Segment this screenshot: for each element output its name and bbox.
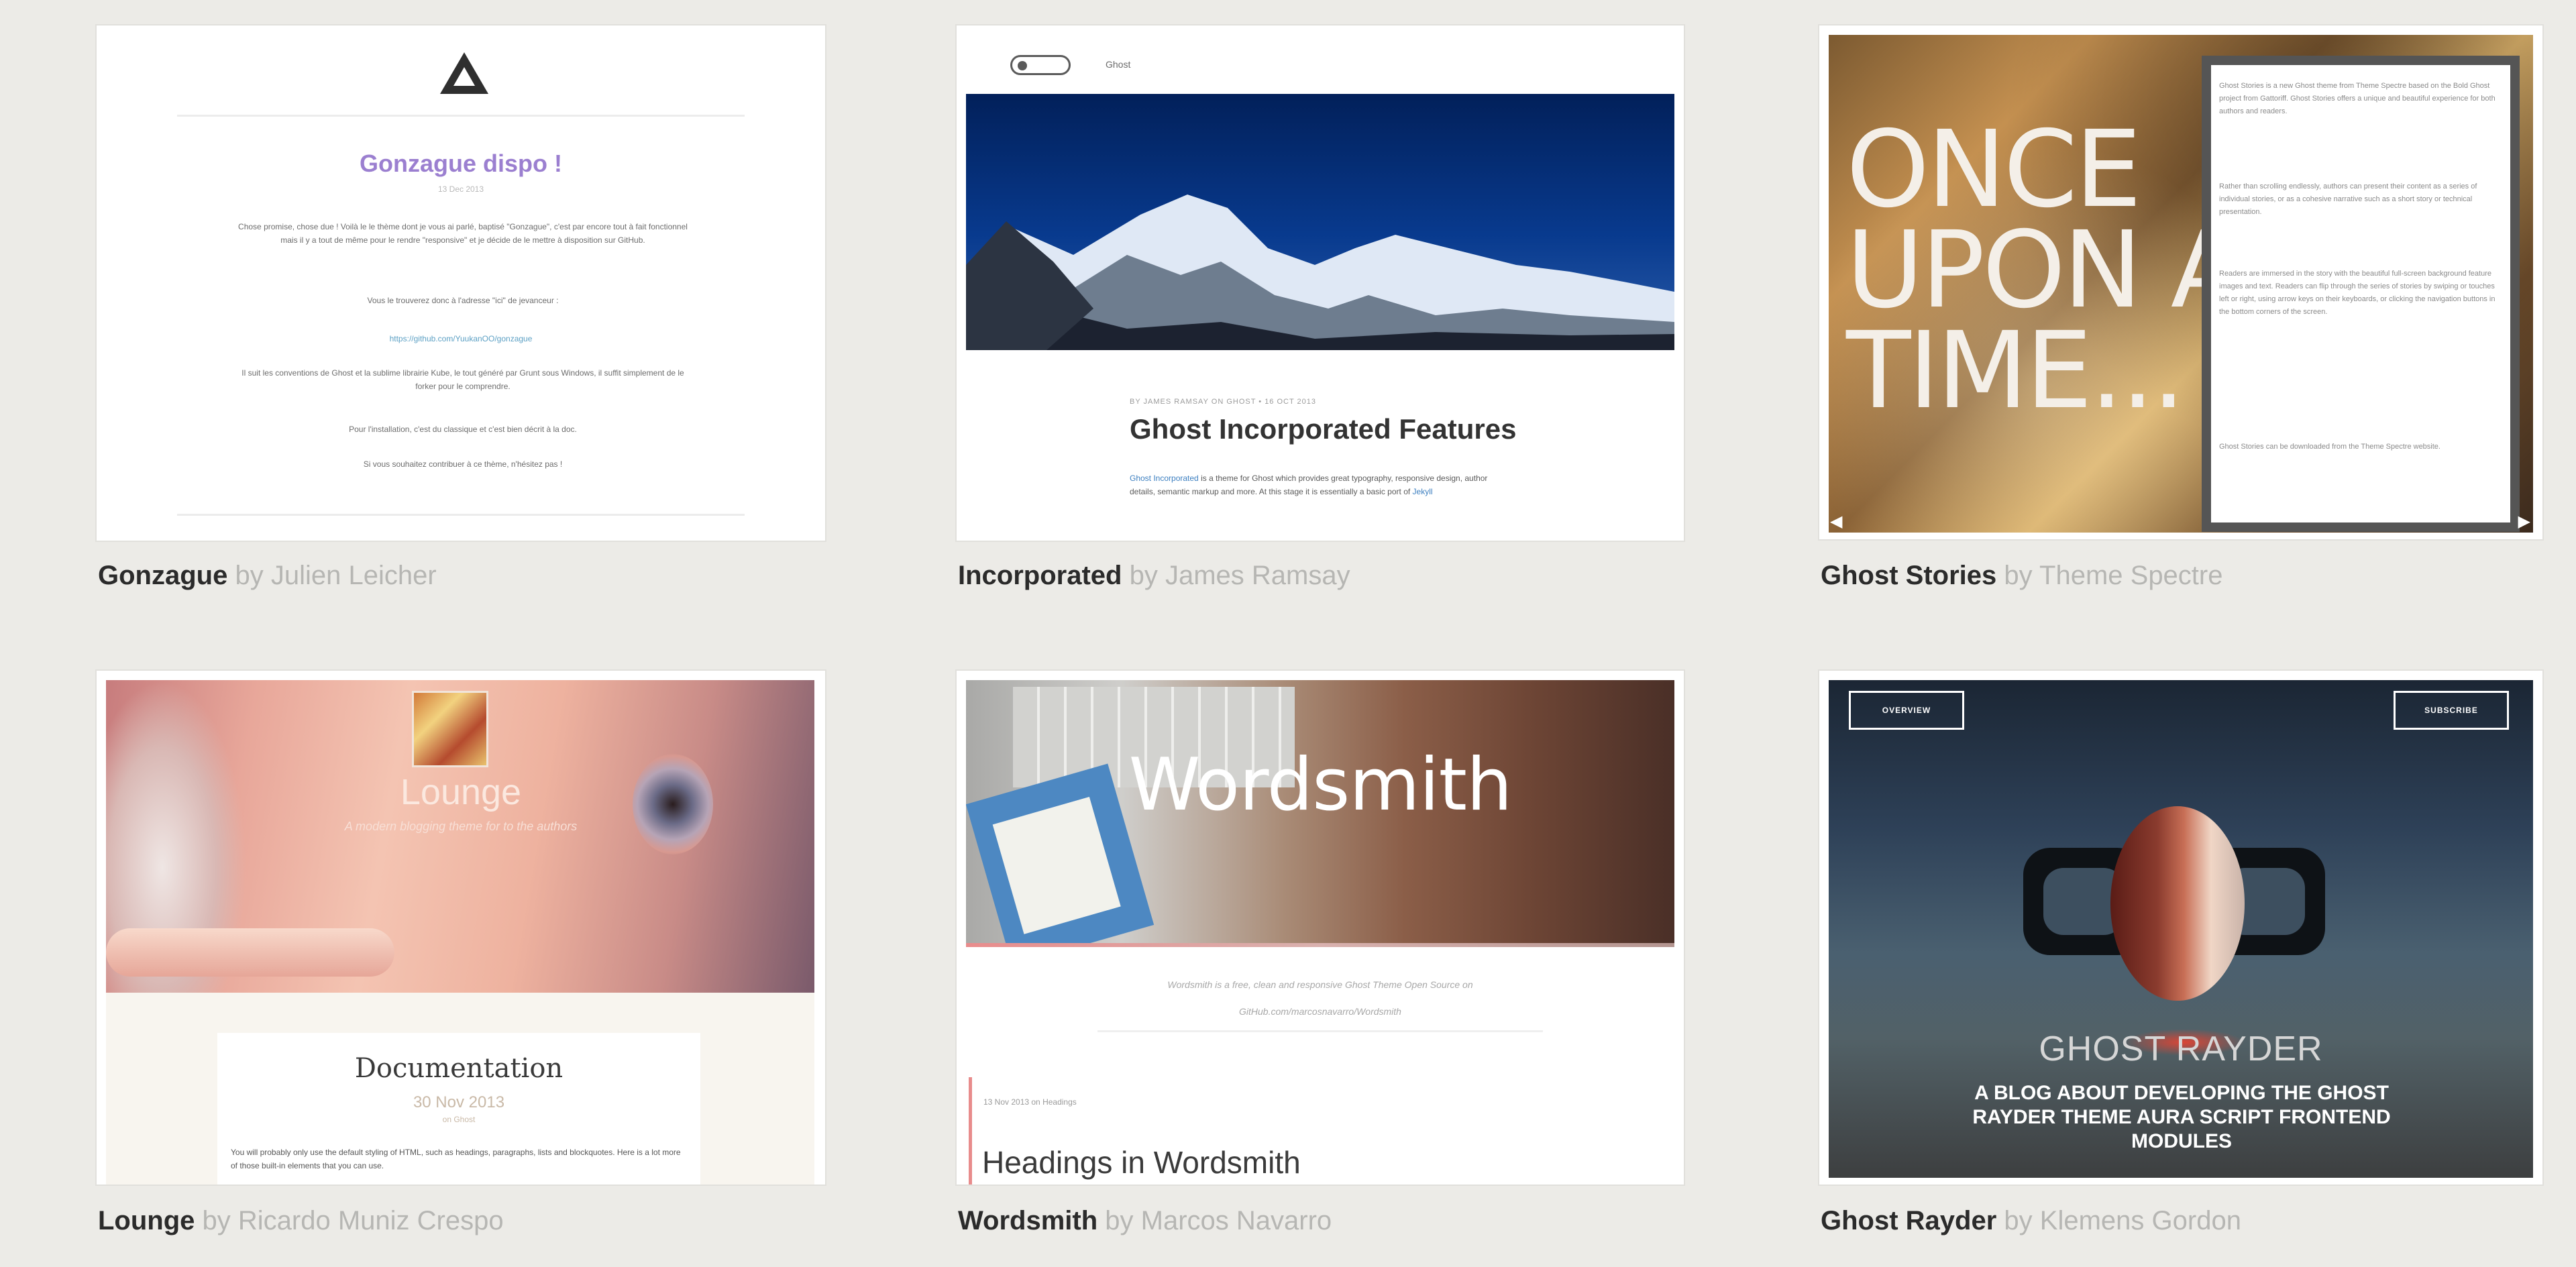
post-card: Documentation 30 Nov 2013 on Ghost You w… — [217, 1033, 700, 1185]
subscribe-button[interactable]: SUBSCRIBE — [2394, 691, 2509, 730]
site-title: Wordsmith — [1128, 743, 1513, 827]
site-description: Wordsmith is a free, clean and responsiv… — [1167, 979, 1473, 990]
theme-author: by Marcos Navarro — [1105, 1206, 1332, 1235]
mountain-illustration — [966, 195, 1674, 350]
theme-name[interactable]: Wordsmith — [958, 1206, 1097, 1235]
preview-post-title: Headings in Wordsmith — [982, 1145, 1301, 1180]
preview-paragraph: You will probably only use the default s… — [231, 1148, 681, 1170]
preview-paragraph: Readers are immersed in the story with t… — [2219, 270, 2496, 316]
theme-caption: Ghost Stories by Theme Spectre — [1821, 559, 2222, 592]
preview-paragraph: Ghost Stories is a new Ghost theme from … — [2219, 82, 2496, 115]
site-title: GHOST RAYDER — [2039, 1030, 2323, 1068]
theme-caption: Gonzague by Julien Leicher — [98, 559, 437, 592]
preview-paragraph: Il suit les conventions de Ghost et la s… — [241, 368, 684, 391]
arrow-right-icon[interactable]: ▶ — [2518, 512, 2530, 531]
theme-preview-incorporated[interactable]: Ghost BY JAMES RAMSAY ON GHOST • 16 OCT … — [957, 25, 1684, 541]
theme-name[interactable]: Ghost Stories — [1821, 561, 1996, 590]
preview-post-tag: on Ghost — [442, 1115, 476, 1124]
story-text-panel: Ghost Stories is a new Ghost theme from … — [2202, 56, 2520, 532]
site-description: A BLOG ABOUT DEVELOPING THE GHOST RAYDER… — [1972, 1082, 2391, 1152]
preview-divider — [177, 514, 745, 516]
theme-author: by Theme Spectre — [2004, 561, 2223, 590]
accent-line — [966, 943, 1674, 947]
theme-name[interactable]: Incorporated — [958, 561, 1122, 590]
triangle-logo-icon — [440, 52, 488, 94]
preview-post-title: Gonzague dispo ! — [360, 150, 562, 177]
preview-paragraph: Si vous souhaitez contribuer à ce thème,… — [363, 459, 563, 469]
preview-post-title: Documentation — [354, 1053, 564, 1084]
site-title: Lounge — [400, 772, 522, 812]
preview-link: Ghost Incorporated — [1130, 474, 1199, 483]
theme-author: by Julien Leicher — [235, 561, 437, 590]
theme-name[interactable]: Lounge — [98, 1206, 195, 1235]
site-description: A modern blogging theme for to the autho… — [344, 820, 578, 833]
preview-divider — [1097, 1030, 1543, 1032]
preview-paragraph: Vous le trouverez donc à l'adresse "ici"… — [367, 296, 559, 305]
preview-post-meta: 13 Nov 2013 on Headings — [983, 1097, 1077, 1107]
theme-preview-ghost-stories[interactable]: ONCE UPON A TIME... Ghost Stories is a n… — [1819, 25, 2542, 539]
preview-post-date: 13 Dec 2013 — [437, 184, 484, 194]
preview-paragraph: Pour l'installation, c'est du classique … — [349, 425, 577, 434]
theme-caption: Lounge by Ricardo Muniz Crespo — [98, 1205, 504, 1237]
preview-post-meta: BY JAMES RAMSAY ON GHOST • 16 OCT 2013 — [1130, 398, 1317, 406]
theme-caption: Wordsmith by Marcos Navarro — [958, 1205, 1332, 1237]
preview-paragraph: Ghost Stories can be downloaded from the… — [2219, 443, 2440, 451]
theme-caption: Incorporated by James Ramsay — [958, 559, 1350, 592]
preview-divider — [177, 115, 745, 117]
helmet-detail — [2110, 806, 2245, 1001]
preview-link: Jekyll — [1410, 487, 1433, 496]
theme-author: by Ricardo Muniz Crespo — [202, 1206, 504, 1235]
preview-post-title: Ghost Incorporated Features — [1130, 413, 1517, 445]
story-headline: ONCE UPON A TIME... — [1846, 108, 2243, 433]
theme-preview-lounge[interactable]: Lounge A modern blogging theme for to th… — [97, 671, 825, 1185]
theme-author: by James Ramsay — [1129, 561, 1350, 590]
finger-detail — [106, 928, 394, 977]
theme-preview-wordsmith[interactable]: Wordsmith Wordsmith is a free, clean and… — [957, 671, 1684, 1185]
preview-post-date: 30 Nov 2013 — [413, 1093, 505, 1111]
theme-caption: Ghost Rayder by Klemens Gordon — [1821, 1205, 2241, 1237]
avatar — [412, 691, 488, 767]
preview-nav-item: Ghost — [1106, 59, 1131, 70]
preview-post-body: Ghost Incorporated is a theme for Ghost … — [1130, 472, 1505, 498]
theme-name[interactable]: Gonzague — [98, 561, 227, 590]
preview-paragraph: Rather than scrolling endlessly, authors… — [2219, 182, 2477, 216]
overview-button[interactable]: OVERVIEW — [1849, 691, 1964, 730]
site-logo-icon — [1010, 55, 1071, 75]
preview-paragraph: Chose promise, chose due ! Voilà le le t… — [238, 222, 688, 245]
preview-link: GitHub.com/marcosnavarro/Wordsmith — [1239, 1006, 1401, 1017]
post-accent-bar — [969, 1077, 972, 1185]
theme-name[interactable]: Ghost Rayder — [1821, 1206, 1996, 1235]
arrow-left-icon[interactable]: ◀ — [1830, 512, 1842, 531]
theme-author: by Klemens Gordon — [2004, 1206, 2241, 1235]
theme-preview-ghost-rayder[interactable]: OVERVIEW SUBSCRIBE GHOST RAYDER A BLOG A… — [1819, 671, 2542, 1185]
preview-link: https://github.com/YuukanOO/gonzague — [389, 334, 533, 343]
theme-preview-gonzague[interactable]: Gonzague dispo ! 13 Dec 2013 Chose promi… — [97, 25, 825, 541]
mountain-hero-image — [966, 94, 1674, 350]
